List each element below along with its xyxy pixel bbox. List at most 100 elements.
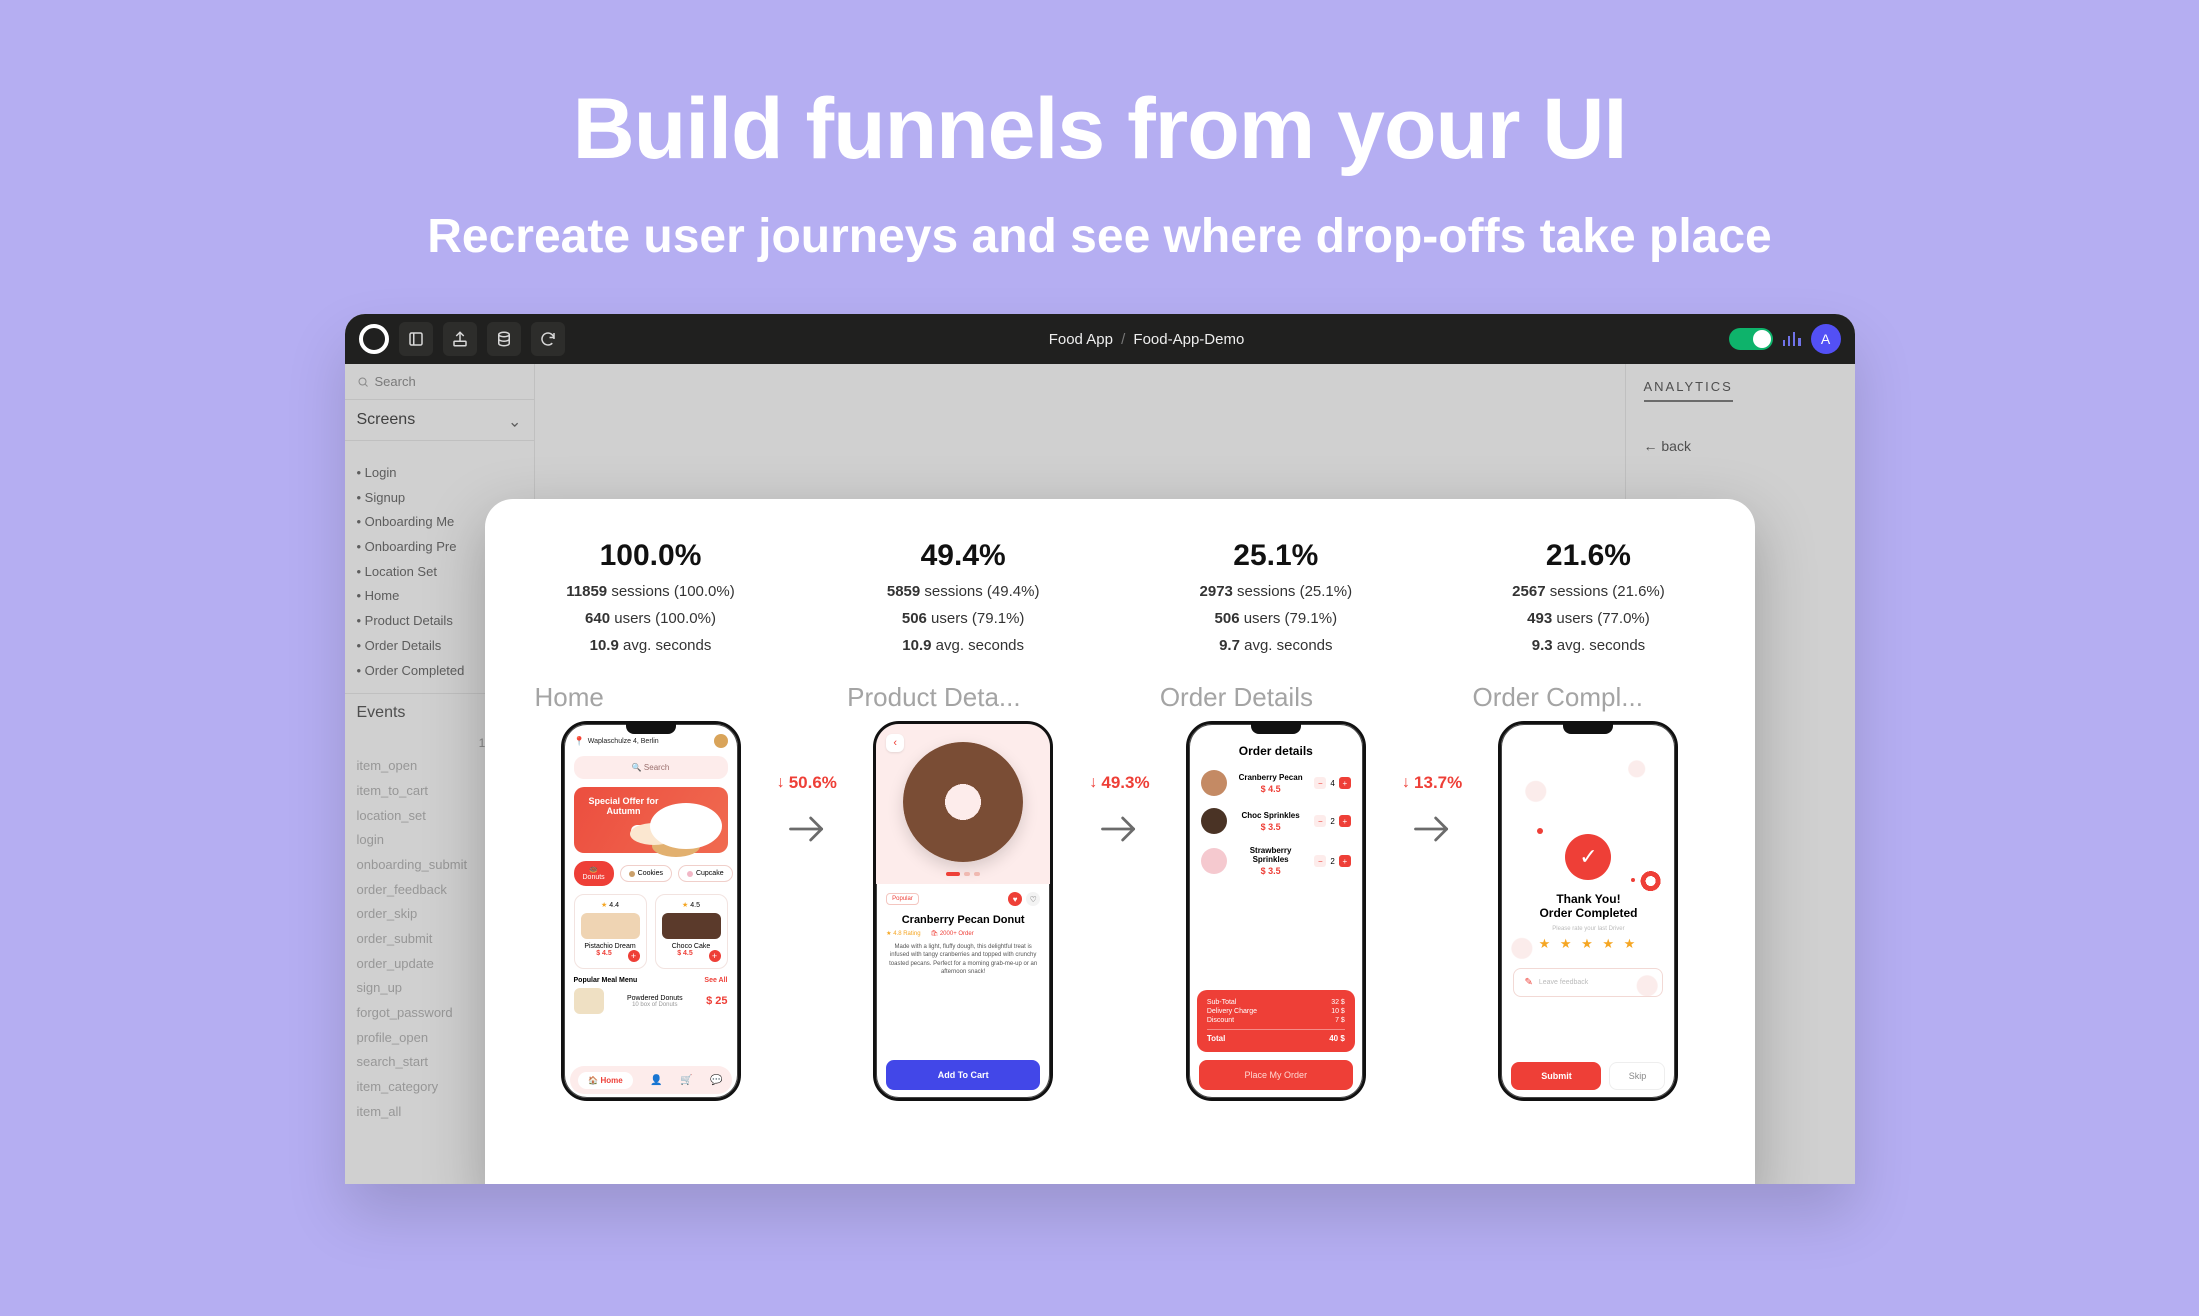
phone-mockup: 📍Waplaschulze 4, Berlin 🔍 Search Special… [561, 721, 741, 1101]
order-item-price: $ 3.5 [1235, 866, 1307, 876]
place-order-button[interactable]: Place My Order [1199, 1060, 1353, 1090]
panel-button[interactable] [399, 322, 433, 356]
breadcrumb[interactable]: Food App / Food-App-Demo [575, 331, 1719, 348]
database-button[interactable] [487, 322, 521, 356]
thank-you-line1: Thank You! [1501, 892, 1675, 906]
qty-stepper[interactable]: −2+ [1314, 815, 1350, 827]
step-name: Home [535, 682, 767, 713]
share-button[interactable] [443, 322, 477, 356]
order-item-price: $ 3.5 [1235, 822, 1307, 832]
carousel-dots [946, 872, 980, 876]
product-hero: ‹ [876, 724, 1050, 884]
step-name: Product Deta... [847, 682, 1079, 713]
back-button[interactable]: ‹ [886, 734, 904, 752]
qty-stepper[interactable]: −2+ [1314, 855, 1350, 867]
phone-mockup: ‹ Popular ♥ ♡ Cranberry Pecan Donut ★ 4.8 … [873, 721, 1053, 1101]
promo-title: Special Offer for Autumn [584, 797, 664, 817]
product-image [903, 742, 1023, 862]
popular-tag: Popular [886, 893, 919, 905]
add-to-cart-button[interactable]: Add To Cart [886, 1060, 1040, 1090]
order-item-price: $ 4.5 [1235, 784, 1307, 794]
step-percent: 49.4% [847, 539, 1079, 573]
drop-off-label: ↓13.7% [1401, 773, 1463, 793]
order-item: Strawberry Sprinkles $ 3.5 −2+ [1189, 840, 1363, 882]
live-toggle[interactable] [1729, 328, 1773, 350]
phone-mockup: ✓ Thank You! Order Completed Please rate… [1498, 721, 1678, 1101]
app-titlebar: Food App / Food-App-Demo A [345, 314, 1855, 364]
sidebar-screen-item[interactable]: Login [357, 461, 522, 486]
add-icon[interactable]: + [628, 950, 640, 962]
right-panel-title: ANALYTICS [1644, 379, 1733, 402]
rating-label: ★ 4.8 Rating [886, 930, 920, 937]
breadcrumb-project[interactable]: Food-App-Demo [1133, 331, 1244, 348]
order-item-image [1201, 770, 1227, 796]
order-item-name: Cranberry Pecan [1235, 773, 1307, 782]
step-percent: 25.1% [1160, 539, 1392, 573]
order-item-name: Strawberry Sprinkles [1235, 846, 1307, 864]
home-search[interactable]: 🔍 Search [574, 756, 728, 779]
order-item-image [1201, 848, 1227, 874]
add-icon[interactable]: + [709, 950, 721, 962]
category-chip[interactable]: Cookies [620, 865, 672, 882]
thank-you-line2: Order Completed [1501, 906, 1675, 920]
tab-bar: 🏠 Home 👤 🛒 💬 [570, 1066, 732, 1094]
category-chip[interactable]: 🍩 Donuts [574, 861, 614, 886]
breadcrumb-app[interactable]: Food App [1049, 331, 1113, 348]
analytics-icon[interactable] [1783, 332, 1801, 346]
promo-image [650, 803, 722, 849]
back-link[interactable]: ← back [1644, 438, 1837, 454]
arrow-right-icon [1410, 807, 1454, 851]
tab-chat-icon[interactable]: 💬 [710, 1075, 722, 1086]
logo-icon [359, 324, 389, 354]
order-item: Choc Sprinkles$ 3.5 −2+ [1189, 802, 1363, 840]
product-description: Made with a light, fluffy dough, this de… [876, 937, 1050, 977]
promo-banner[interactable]: Special Offer for Autumn Buy Now [574, 787, 728, 853]
star-rating[interactable]: ★ ★ ★ ★ ★ [1501, 936, 1675, 952]
app-window: Food App / Food-App-Demo A Search Screen… [345, 314, 1855, 1184]
avatar[interactable]: A [1811, 324, 1841, 354]
funnel-step[interactable]: 100.0% 11859 sessions (100.0%) 640 users… [535, 539, 767, 1101]
tab-home[interactable]: 🏠 Home [578, 1072, 632, 1089]
search-placeholder: Search [375, 374, 416, 389]
step-users: 506 users (79.1%) [847, 610, 1079, 627]
like-icon[interactable]: ♥ [1008, 892, 1022, 906]
skip-button[interactable]: Skip [1609, 1062, 1665, 1090]
qty-stepper[interactable]: −4+ [1314, 777, 1350, 789]
step-users: 640 users (100.0%) [535, 610, 767, 627]
rate-label: Please rate your last Driver [1501, 926, 1675, 932]
order-item-image [1201, 808, 1227, 834]
product-card[interactable]: ★ 4.4Pistachio Dream$ 4.5+ [574, 894, 647, 969]
step-sessions: 2567 sessions (21.6%) [1472, 583, 1704, 600]
product-name: Cranberry Pecan Donut [876, 906, 1050, 926]
feedback-input[interactable]: ✎Leave feedback [1513, 968, 1663, 997]
drop-off-label: ↓50.6% [776, 773, 838, 793]
chevron-up-icon: ⌃ [508, 410, 521, 430]
location-pin-icon: 📍 [574, 736, 585, 747]
screens-label: Screens [357, 411, 416, 429]
step-avg-seconds: 10.9 avg. seconds [535, 637, 767, 654]
search-input[interactable]: Search [345, 364, 534, 400]
order-summary: Sub-Total32 $ Delivery Charge10 $ Discou… [1197, 990, 1355, 1052]
sync-button[interactable] [531, 322, 565, 356]
funnel-step[interactable]: 21.6% 2567 sessions (21.6%) 493 users (7… [1472, 539, 1704, 1101]
step-users: 506 users (79.1%) [1160, 610, 1392, 627]
category-chip[interactable]: Cupcake [678, 865, 733, 882]
popular-item[interactable]: Powdered Donuts10 box of Donuts$ 25 [564, 984, 738, 1014]
step-percent: 100.0% [535, 539, 767, 573]
orders-label: 🛍 2000+ Order [931, 930, 974, 937]
avatar-icon [714, 734, 728, 748]
see-all-link[interactable]: See All [704, 977, 727, 984]
screens-section-header[interactable]: Screens ⌃ [345, 400, 534, 441]
tab-cart-icon[interactable]: 🛒 [680, 1075, 692, 1086]
submit-button[interactable]: Submit [1511, 1062, 1601, 1090]
phone-mockup: Order details Cranberry Pecan$ 4.5 −4+ C… [1186, 721, 1366, 1101]
product-card[interactable]: ★ 4.5Choco Cake$ 4.5+ [655, 894, 728, 969]
funnel-step[interactable]: 49.4% 5859 sessions (49.4%) 506 users (7… [847, 539, 1079, 1101]
funnel-step[interactable]: 25.1% 2973 sessions (25.1%) 506 users (7… [1160, 539, 1392, 1101]
step-name: Order Details [1160, 682, 1392, 713]
bookmark-icon[interactable]: ♡ [1026, 892, 1040, 906]
funnel-arrow: ↓50.6% [776, 539, 838, 856]
funnel-arrow: ↓13.7% [1401, 539, 1463, 856]
search-icon [357, 376, 369, 388]
tab-profile-icon[interactable]: 👤 [650, 1075, 662, 1086]
